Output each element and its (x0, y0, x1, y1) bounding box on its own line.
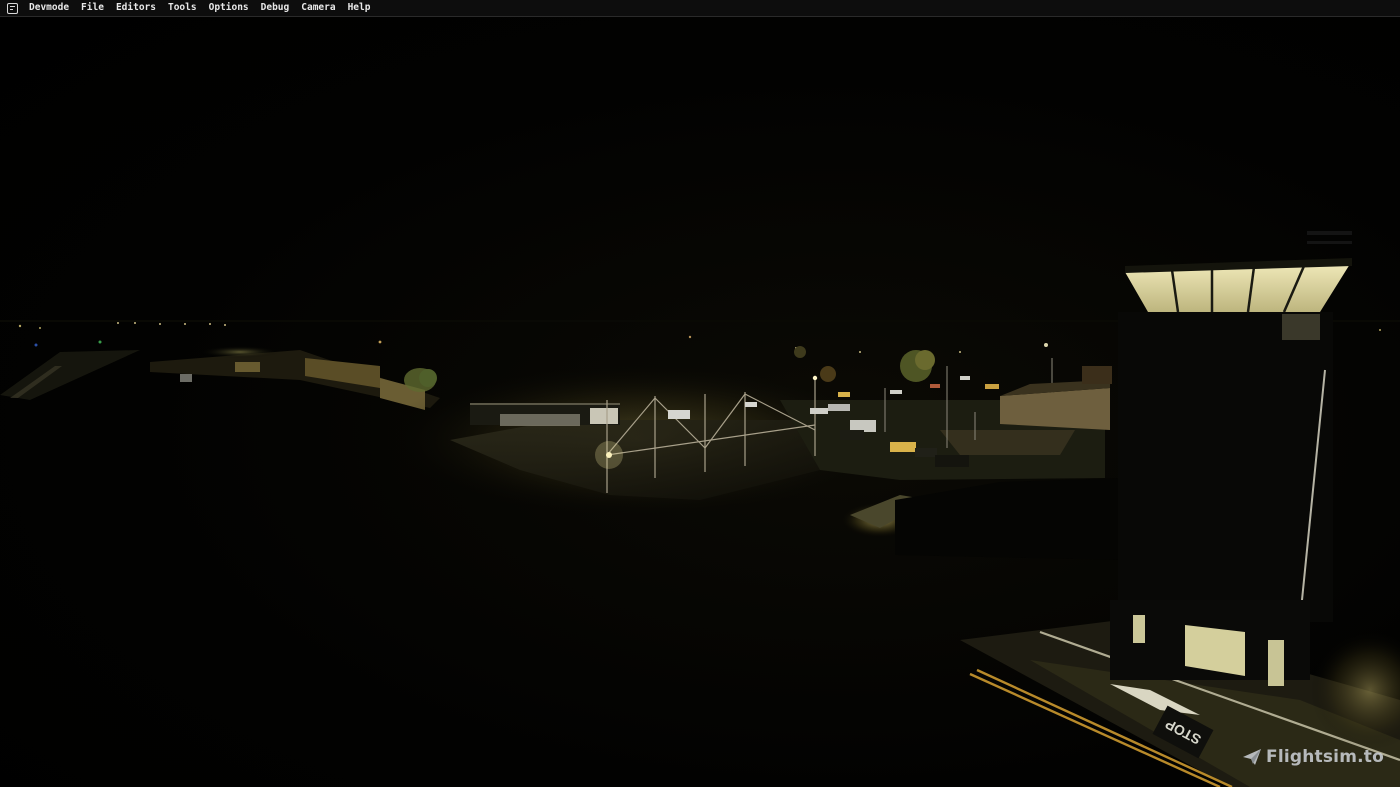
devmode-app-icon[interactable] (7, 2, 18, 14)
night-airport-scene: STOP (0, 231, 1400, 787)
menu-camera[interactable]: Camera (295, 0, 341, 16)
shed (895, 478, 1120, 560)
menu-devmode[interactable]: Devmode (23, 0, 75, 16)
menu-tools[interactable]: Tools (162, 0, 203, 16)
watermark-text: Flightsim.to (1266, 747, 1384, 767)
menu-file[interactable]: File (75, 0, 110, 16)
watermark: Flightsim.to (1242, 747, 1384, 767)
menu-bar: Devmode File Editors Tools Options Debug… (0, 0, 1400, 17)
menu-debug[interactable]: Debug (255, 0, 296, 16)
terminal-row (150, 346, 440, 410)
menu-options[interactable]: Options (203, 0, 255, 16)
menu-help[interactable]: Help (342, 0, 377, 16)
menu-editors[interactable]: Editors (110, 0, 162, 16)
admin-building (1000, 366, 1112, 430)
viewport-3d[interactable]: STOP (0, 0, 1400, 787)
control-tower (1110, 231, 1352, 686)
paper-plane-icon (1243, 749, 1261, 765)
